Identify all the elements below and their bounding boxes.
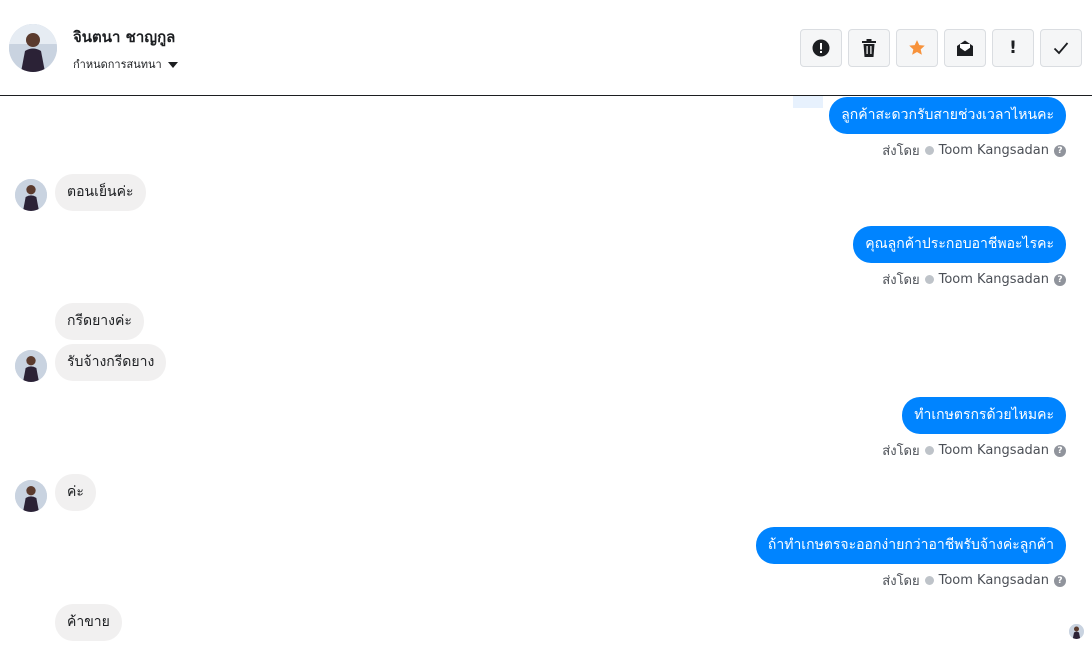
sent-check-icon (924, 576, 934, 585)
sent-by-line: ส่งโดย Toom Kangsadan ? (882, 570, 1066, 591)
sent-check-icon (924, 146, 934, 155)
outgoing-message[interactable]: ทำเกษตรกรด้วยไหมคะ (902, 397, 1066, 434)
incoming-message[interactable]: ค่ะ (55, 474, 96, 511)
star-button[interactable] (896, 29, 938, 67)
contact-name: จินตนา ชาญกูล (73, 28, 176, 46)
help-icon[interactable]: ? (1054, 444, 1066, 457)
assign-conversation-dropdown[interactable]: กำหนดการสนทนา (73, 55, 178, 73)
outgoing-message[interactable]: ถ้าทำเกษตรจะออกง่ายกว่าอาชีพรับจ้างค่ะลู… (755, 527, 1066, 564)
sent-check-icon (924, 446, 934, 455)
assign-label: กำหนดการสนทนา (73, 58, 162, 71)
sender-name[interactable]: Toom Kangsadan (939, 443, 1049, 458)
contact-avatar-small (15, 480, 47, 512)
seen-by-avatar (1069, 624, 1084, 639)
sent-by-label: ส่งโดย (882, 444, 920, 459)
sent-by-label: ส่งโดย (882, 574, 920, 589)
exclamation-icon: ! (1009, 38, 1017, 58)
incoming-message[interactable]: ค้าขาย (55, 604, 122, 641)
contact-avatar-small (15, 350, 47, 382)
follow-up-button[interactable]: ! (992, 29, 1034, 67)
outgoing-message[interactable]: คุณลูกค้าประกอบอาชีพอะไรคะ (853, 226, 1066, 263)
incoming-message[interactable]: รับจ้างกรีดยาง (55, 344, 167, 381)
sent-by-label: ส่งโดย (882, 273, 920, 288)
help-icon[interactable]: ? (1054, 144, 1066, 157)
sent-by-line: ส่งโดย Toom Kangsadan ? (882, 269, 1066, 290)
envelope-icon (957, 40, 973, 56)
sent-by-line: ส่งโดย Toom Kangsadan ? (882, 140, 1066, 161)
star-icon (909, 40, 925, 55)
contact-avatar-small (15, 179, 47, 211)
conversation-toolbar: ! (800, 29, 1082, 67)
mark-unread-button[interactable] (944, 29, 986, 67)
contact-avatar[interactable] (9, 24, 57, 72)
done-button[interactable] (1040, 29, 1082, 67)
scroll-highlight (793, 96, 823, 108)
delete-button[interactable] (848, 29, 890, 67)
spam-button[interactable] (800, 29, 842, 67)
sent-by-line: ส่งโดย Toom Kangsadan ? (882, 440, 1066, 461)
incoming-message[interactable]: ตอนเย็นค่ะ (55, 174, 146, 211)
check-icon (1053, 42, 1069, 55)
sender-name[interactable]: Toom Kangsadan (939, 143, 1049, 158)
chevron-down-icon (167, 61, 178, 68)
help-icon[interactable]: ? (1054, 574, 1066, 587)
help-icon[interactable]: ? (1054, 273, 1066, 286)
incoming-message[interactable]: กรีดยางค่ะ (55, 303, 144, 340)
message-thread[interactable]: ลูกค้าสะดวกรับสายช่วงเวลาไหนคะ ส่งโดย To… (0, 96, 1092, 653)
outgoing-message[interactable]: ลูกค้าสะดวกรับสายช่วงเวลาไหนคะ (829, 97, 1066, 134)
conversation-header: จินตนา ชาญกูล กำหนดการสนทนา ! (0, 0, 1092, 96)
sender-name[interactable]: Toom Kangsadan (939, 573, 1049, 588)
alert-circle-icon (812, 39, 830, 57)
trash-icon (862, 39, 876, 57)
sender-name[interactable]: Toom Kangsadan (939, 272, 1049, 287)
sent-by-label: ส่งโดย (882, 144, 920, 159)
sent-check-icon (924, 275, 934, 284)
